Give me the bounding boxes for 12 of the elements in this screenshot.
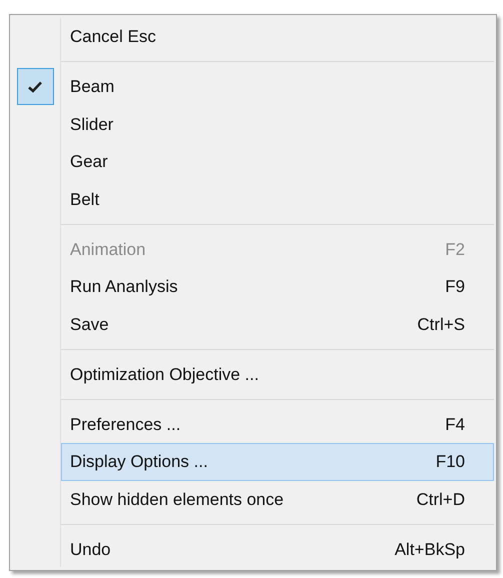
- menu-item[interactable]: Show hidden elements once Ctrl+D: [61, 480, 494, 518]
- menu-item[interactable]: Undo Alt+BkSp: [61, 530, 494, 568]
- menu-item[interactable]: Save Ctrl+S: [61, 306, 494, 343]
- menu-item[interactable]: Display Options ... F10: [61, 443, 494, 480]
- menu-item[interactable]: Gear: [61, 143, 494, 180]
- menu-item[interactable]: Slider: [61, 106, 494, 143]
- menu-item[interactable]: Belt: [61, 180, 494, 218]
- menu-item[interactable]: Optimization Objective ...: [61, 356, 494, 393]
- menu-item[interactable]: Run Ananlysis F9: [61, 268, 494, 306]
- menu-item[interactable]: Beam: [61, 68, 494, 106]
- menu-item[interactable]: Preferences ... F4: [61, 406, 494, 443]
- menu-item[interactable]: Cancel Esc: [61, 18, 494, 56]
